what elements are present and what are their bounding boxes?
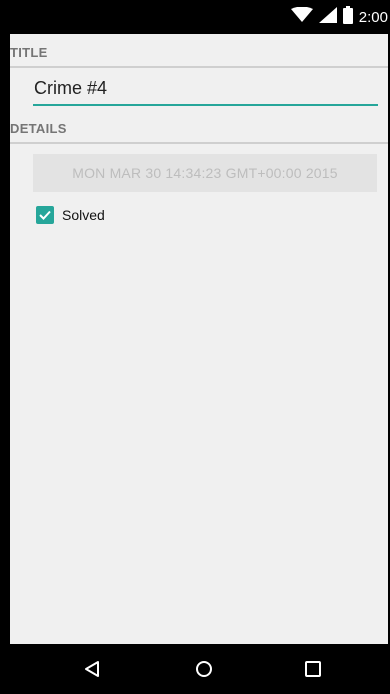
home-button[interactable] xyxy=(174,644,234,694)
status-bar: 2:00 xyxy=(0,0,390,34)
wifi-icon xyxy=(290,6,313,28)
home-icon xyxy=(196,661,212,677)
solved-checkbox[interactable] xyxy=(36,206,54,224)
back-icon xyxy=(85,661,99,677)
details-section-label: DETAILS xyxy=(10,121,67,136)
crime-detail-screen: TITLE Crime #4 DETAILS MON MAR 30 14:34:… xyxy=(10,34,388,644)
crime-title-field[interactable]: Crime #4 xyxy=(33,74,378,106)
battery-icon xyxy=(342,5,353,29)
recents-icon xyxy=(305,661,321,677)
cellular-signal-icon xyxy=(318,6,337,28)
back-button[interactable] xyxy=(62,644,122,694)
crime-date-button[interactable]: MON MAR 30 14:34:23 GMT+00:00 2015 xyxy=(33,154,377,192)
status-icons: 2:00 xyxy=(290,0,388,34)
title-section-label: TITLE xyxy=(10,45,48,60)
solved-checkbox-row[interactable]: Solved xyxy=(36,204,105,226)
recents-button[interactable] xyxy=(283,644,343,694)
status-time: 2:00 xyxy=(358,8,388,26)
solved-label: Solved xyxy=(62,207,105,223)
navigation-bar xyxy=(0,644,390,694)
title-section-header: TITLE xyxy=(10,34,388,68)
details-section-header: DETAILS xyxy=(10,110,388,144)
checkmark-icon xyxy=(39,210,51,220)
